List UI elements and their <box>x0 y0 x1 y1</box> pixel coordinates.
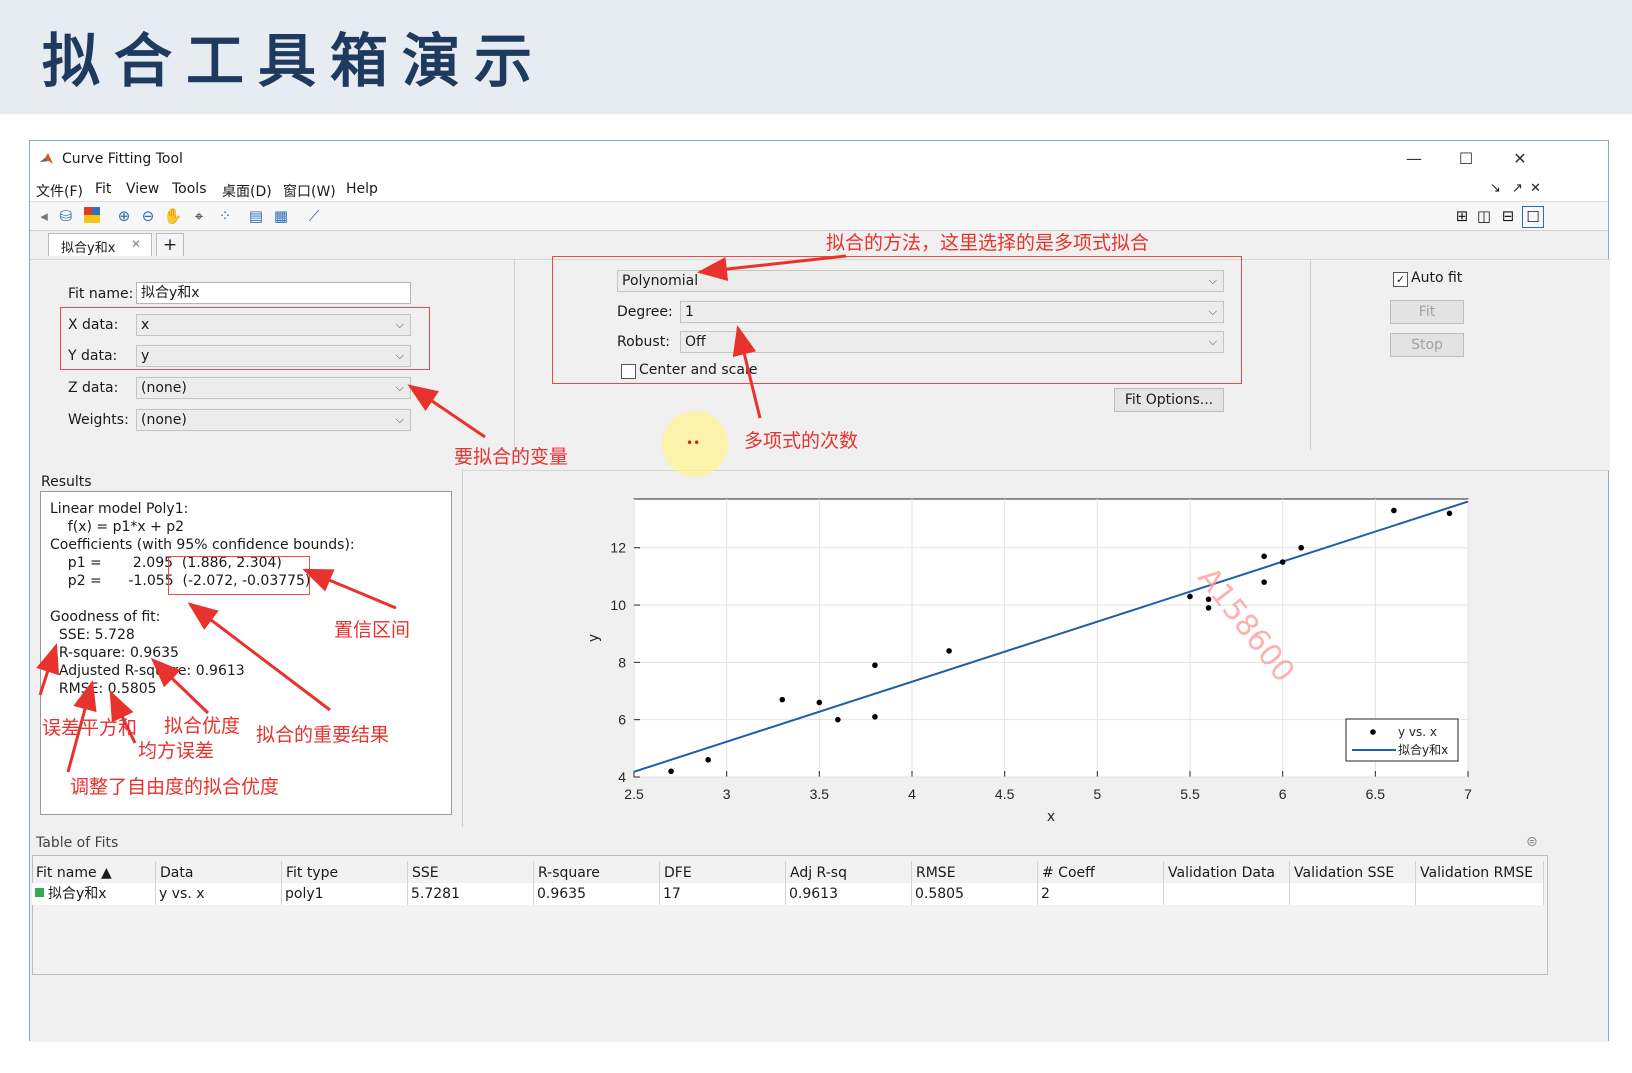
annotation-sse: 误差平方和 <box>42 717 138 739</box>
annotation-confidence: 置信区间 <box>334 619 411 641</box>
annotation-rmse: 均方误差 <box>138 740 215 762</box>
annotation-results: 拟合的重要结果 <box>256 724 390 746</box>
annotation-adjrsq: 调整了自由度的拟合优度 <box>70 776 280 798</box>
annotation-method: 拟合的方法，这里选择的是多项式拟合 <box>826 232 1150 254</box>
annotation-variables: 要拟合的变量 <box>454 446 569 468</box>
annotation-degree: 多项式的次数 <box>744 430 859 452</box>
annotation-rsquare: 拟合优度 <box>164 715 241 737</box>
cursor-icon: •• <box>686 436 701 450</box>
annotation-arrows <box>36 254 847 773</box>
